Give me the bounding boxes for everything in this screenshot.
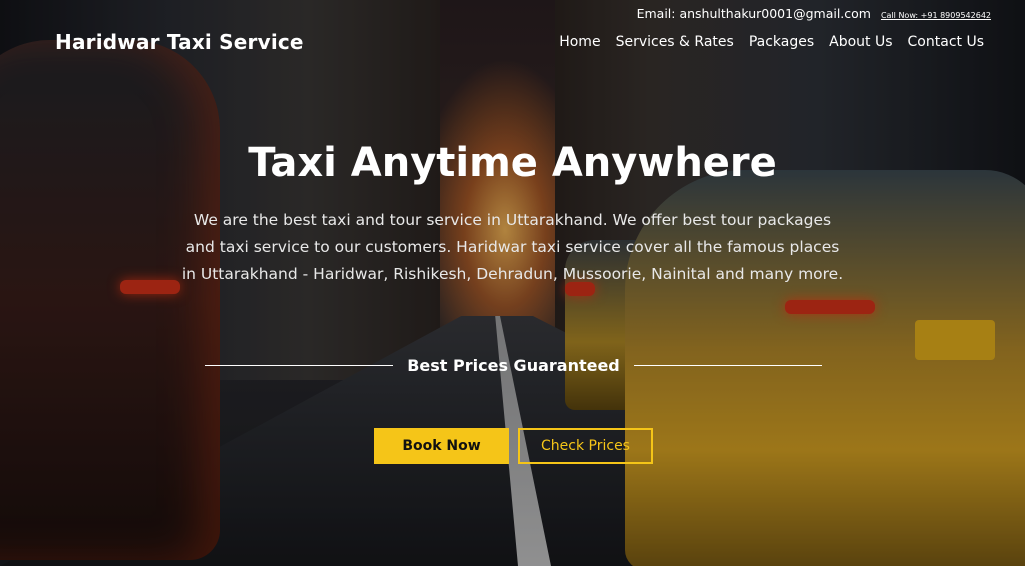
nav-item-services-rates[interactable]: Services & Rates [616,34,734,50]
divider-line-left [205,364,394,366]
check-prices-button[interactable]: Check Prices [518,428,653,464]
main-nav: Home Services & Rates Packages About Us … [559,34,984,50]
divider-line-right [633,364,822,366]
contact-email: Email: anshulthakur0001@gmail.com [636,6,871,21]
call-now-link[interactable]: Call Now: +91 8909542642 [881,11,991,20]
nav-item-packages[interactable]: Packages [749,34,814,50]
hero-description: We are the best taxi and tour service in… [181,211,844,283]
tagline-divider: Best Prices Guaranteed [205,352,822,378]
brand-logo-text[interactable]: Haridwar Taxi Service [55,30,304,54]
hero-section: Haridwar Taxi Service Email: anshulthaku… [0,0,1025,566]
top-contact-bar: Email: anshulthakur0001@gmail.com Call N… [637,6,991,21]
book-now-button[interactable]: Book Now [374,428,509,464]
nav-item-contact-us[interactable]: Contact Us [908,34,984,50]
nav-item-home[interactable]: Home [559,34,600,50]
tagline-text: Best Prices Guaranteed [407,355,620,375]
hero-headline: Taxi Anytime Anywhere [248,140,777,186]
nav-item-about-us[interactable]: About Us [829,34,892,50]
